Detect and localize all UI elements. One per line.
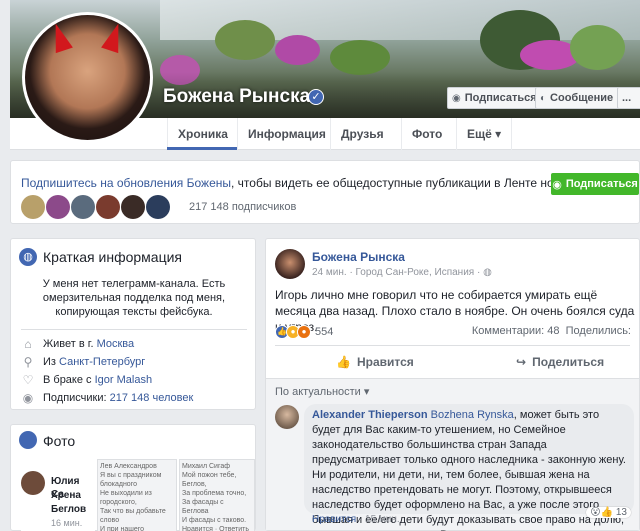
subscribe-link[interactable]: Подпишитесь на обновления — [21, 176, 183, 190]
rss-icon: ◉ — [22, 391, 34, 405]
intro-title: Краткая информация — [43, 249, 182, 265]
from-row: ⚲ Из Санкт-Петербург — [21, 355, 146, 369]
reactions-summary[interactable]: 👍 ● ● 554 — [275, 325, 333, 339]
lives-prefix: Живет в г. — [43, 338, 94, 350]
message-label: Сообщение — [550, 92, 614, 104]
comment-reactions-count: 13 — [615, 507, 627, 518]
comment-time[interactable]: · 15 мин. — [359, 514, 400, 525]
avatar[interactable] — [46, 195, 70, 219]
post-meta-text[interactable]: 24 мин. · Город Сан-Роке, Испания · — [312, 267, 483, 278]
profile-picture[interactable] — [22, 12, 153, 143]
globe-icon: ◍ — [483, 267, 492, 278]
avatar — [21, 471, 45, 495]
reactions-count: 554 — [315, 326, 334, 338]
post-card: Божена Рынска 24 мин. · Город Сан-Роке, … — [265, 238, 640, 531]
avatar[interactable] — [121, 195, 145, 219]
subscribe-header-label: Подписаться — [464, 92, 537, 104]
location-pin-icon: ⚲ — [23, 355, 33, 369]
divider — [275, 345, 630, 346]
devil-horn-left — [47, 20, 73, 54]
avatar[interactable] — [275, 405, 299, 429]
tab-more[interactable]: Ещё ▾ — [456, 118, 513, 150]
spouse-link[interactable]: Igor Malash — [95, 374, 152, 386]
home-icon: ⌂ — [24, 337, 32, 351]
share-arrow-icon: ↪ — [516, 355, 527, 369]
lives-in-row: ⌂ Живет в г. Москва — [21, 337, 134, 351]
subscriber-count: 217 148 подписчиков — [189, 201, 297, 213]
followers-row: ◉ Подписчики: 217 148 человек — [21, 391, 194, 405]
photos-title[interactable]: Фото — [43, 433, 75, 449]
rss-icon: ◉ — [452, 92, 461, 104]
verified-badge-icon: ✓ — [308, 89, 324, 105]
active-tab-indicator — [167, 147, 237, 150]
share-button[interactable]: ↪ Поделиться — [516, 351, 604, 373]
avatar[interactable] — [71, 195, 95, 219]
wow-reaction-icon: 😮 — [590, 507, 601, 518]
heart-icon: ♡ — [22, 373, 34, 387]
married-prefix: В браке с — [43, 374, 92, 386]
photo-thumbnail[interactable]: Лев Александров Я вы с праздником блокад… — [97, 459, 177, 531]
comment-sort-dropdown[interactable]: По актуальности ▾ — [275, 385, 369, 398]
tab-friends[interactable]: Друзья — [330, 118, 394, 150]
message-button[interactable]: ◐ Сообщение — [535, 87, 621, 109]
devil-horn-right — [101, 20, 127, 54]
subscribe-prompt-card: Подпишитесь на обновления Божены, чтобы … — [10, 160, 640, 224]
more-button[interactable]: ... — [617, 87, 640, 109]
comment-text: , может быть это будет для Вас каким-то … — [312, 409, 626, 531]
subscribe-button[interactable]: ◉ Подписаться — [551, 173, 639, 195]
messenger-icon: ◐ — [540, 92, 547, 104]
thumb-line: Беглов — [51, 504, 87, 515]
thumbs-up-icon: 👍 — [336, 355, 351, 369]
comment-mention-link[interactable]: Bozhena Rynska — [431, 409, 514, 421]
avatar[interactable] — [146, 195, 170, 219]
lives-city-link[interactable]: Москва — [97, 338, 135, 350]
like-reaction-icon: 👍 — [600, 507, 614, 518]
comment-reactions[interactable]: 😮👍 13 — [586, 507, 631, 518]
like-label: Нравится — [356, 355, 414, 369]
comment-author-link[interactable]: Alexander Thieperson — [312, 409, 428, 421]
tab-info[interactable]: Информация — [237, 118, 336, 150]
from-prefix: Из — [43, 356, 56, 368]
thumb-time: 16 мин. — [51, 518, 83, 528]
comments-count-link[interactable]: Комментарии: 48 — [472, 325, 560, 337]
subscribe-suffix: , чтобы видеть ее общедоступные публикац… — [231, 176, 595, 190]
intro-card: ◍ Краткая информация У меня нет телеграм… — [10, 238, 256, 410]
comment-bubble: Alexander Thieperson Bozhena Rynska, мож… — [304, 404, 634, 531]
shares-count-link[interactable]: Поделились: — [566, 325, 631, 337]
about-text: У меня нет телеграмм-канала. Есть омерзи… — [42, 278, 226, 318]
followers-link[interactable]: 217 148 человек — [110, 392, 194, 404]
followers-prefix: Подписчики: — [43, 392, 107, 404]
more-label: ... — [622, 92, 632, 104]
photo-thumbnail[interactable]: Юлия Са Хрена Беглов 16 мин. — [21, 459, 95, 531]
married-row: ♡ В браке с Igor Malash — [21, 373, 152, 387]
subscribe-header-button[interactable]: ◉ Подписаться — [447, 87, 544, 109]
post-author[interactable]: Божена Рынска — [312, 250, 405, 264]
divider — [21, 329, 247, 330]
subscriber-faces — [21, 195, 170, 219]
avatar[interactable] — [21, 195, 45, 219]
globe-icon: ◍ — [19, 248, 37, 266]
profile-name[interactable]: Божена Рынска — [163, 86, 310, 108]
subscribe-prompt-text: Подпишитесь на обновления Божены, чтобы … — [21, 176, 595, 190]
post-stats: Комментарии: 48 Поделились: — [472, 325, 631, 337]
tab-timeline[interactable]: Хроника — [167, 118, 238, 150]
avatar[interactable] — [96, 195, 120, 219]
comment-like-link[interactable]: Нравится — [312, 514, 356, 525]
sad-reaction-icon: ● — [297, 325, 311, 339]
photos-card: Фото Юлия Са Хрена Беглов 16 мин. Лев Ал… — [10, 424, 256, 531]
subscribe-name-link[interactable]: Божены — [187, 176, 231, 190]
avatar[interactable] — [275, 249, 305, 279]
photo-icon — [19, 431, 37, 449]
thumb-line: Хрена — [51, 490, 81, 501]
comment-actions: Нравится · 15 мин. — [312, 514, 400, 525]
post-meta: 24 мин. · Город Сан-Роке, Испания · ◍ — [312, 267, 492, 278]
share-label: Поделиться — [532, 355, 605, 369]
comments-section: По актуальности ▾ Alexander Thieperson B… — [266, 379, 639, 531]
from-city-link[interactable]: Санкт-Петербург — [59, 356, 145, 368]
subscribe-button-label: Подписаться — [565, 178, 638, 190]
photo-thumbnail[interactable]: Михаил Сигаф Мой пожон тебе, Беглов, За … — [179, 459, 255, 531]
rss-icon: ◉ — [552, 178, 562, 191]
tab-photos[interactable]: Фото — [401, 118, 452, 150]
like-button[interactable]: 👍 Нравится — [336, 351, 414, 373]
